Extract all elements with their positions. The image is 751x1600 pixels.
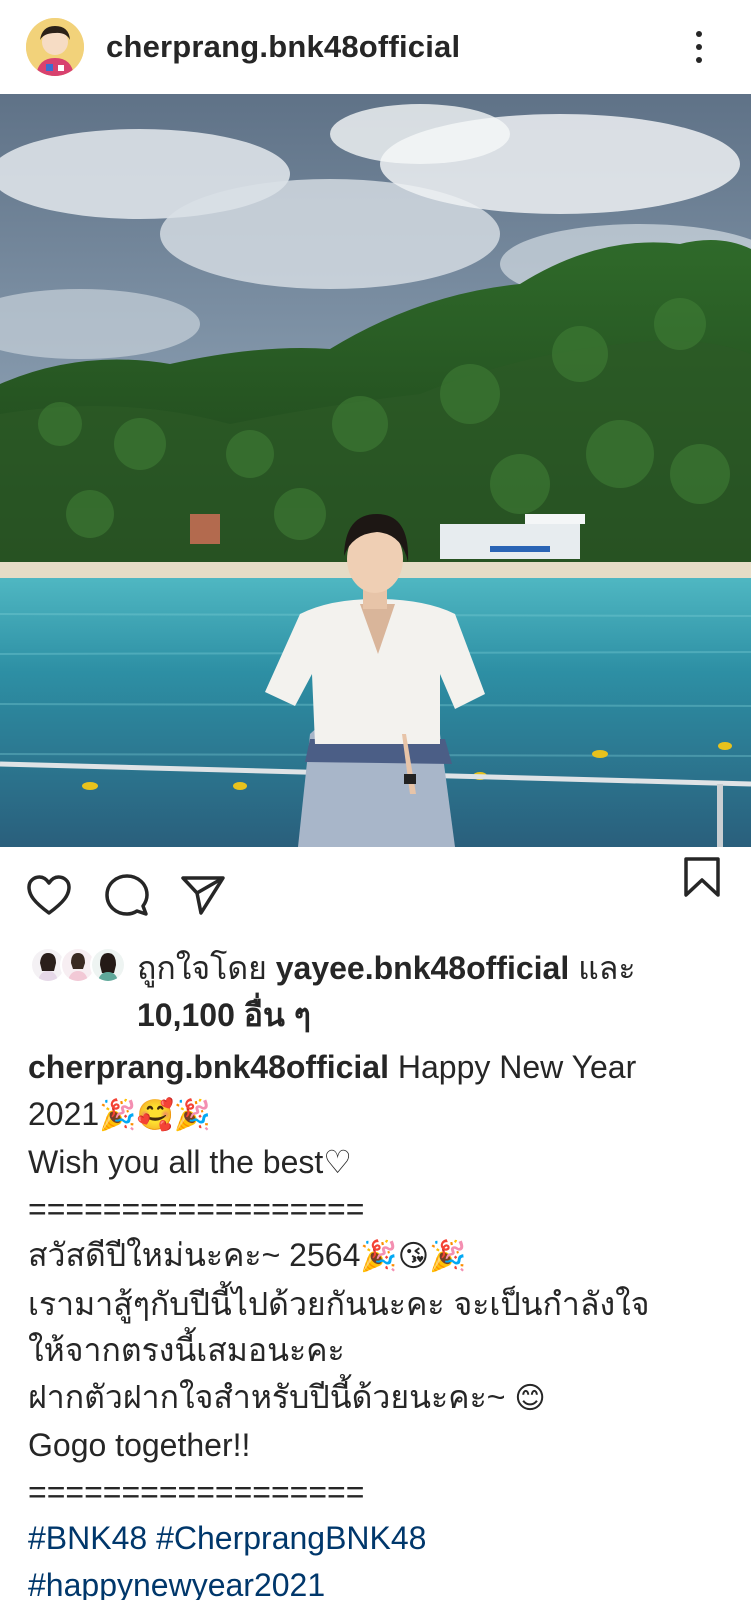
caption-line: Wish you all the best♡ (28, 1144, 352, 1180)
caption-divider: ================== (28, 1190, 365, 1227)
caption-line: 2021🎉🥰🎉 (28, 1091, 728, 1140)
caption-line: ฝากตัวฝากใจสำหรับปีนี้ด้วยนะคะ~ 😊 (28, 1374, 728, 1423)
smile-emoji: 😊 (514, 1380, 546, 1416)
bookmark-icon[interactable] (677, 852, 727, 902)
liker-avatars[interactable] (30, 947, 130, 987)
hashtag-line[interactable]: #happynewyear2021 (28, 1562, 728, 1600)
action-bar (0, 857, 751, 932)
comment-icon[interactable] (102, 870, 152, 920)
caption-text: Happy New Year (397, 1049, 637, 1085)
liker-avatar (90, 947, 126, 983)
party-emoji: 🎉🥰🎉 (99, 1097, 212, 1133)
likes-count[interactable]: 10,100 อื่น ๆ (137, 997, 311, 1033)
party-emoji: 🎉😘🎉 (360, 1239, 467, 1274)
caption-text: สวัสดีปีใหม่นะคะ~ 2564 (28, 1237, 361, 1273)
post-username[interactable]: cherprang.bnk48official (106, 29, 460, 65)
caption-text: ฝากตัวฝากใจสำหรับปีนี้ด้วยนะคะ~ (28, 1378, 506, 1415)
likes-prefix: ถูกใจโดย (137, 950, 267, 986)
post-caption: cherprang.bnk48official Happy New Year 2… (28, 1044, 728, 1600)
likes-conjunction: และ (578, 950, 636, 986)
paper-plane-icon[interactable] (178, 870, 228, 920)
caption-username[interactable]: cherprang.bnk48official (28, 1049, 389, 1085)
heart-icon[interactable] (24, 870, 74, 920)
caption-line: ให้จากตรงนี้เสมอนะคะ (28, 1332, 345, 1368)
profile-avatar[interactable] (26, 17, 84, 76)
caption-line: เรามาสู้ๆกับปีนี้ไปด้วยกันนะคะ จะเป็นกำล… (28, 1285, 650, 1322)
likes-summary[interactable]: ถูกใจโดย yayee.bnk48official และ 10,100 … (137, 945, 717, 1039)
caption-text: 2021 (28, 1095, 100, 1132)
caption-line: สวัสดีปีใหม่นะคะ~ 2564🎉😘🎉 (28, 1232, 728, 1281)
liker-username[interactable]: yayee.bnk48official (276, 950, 569, 986)
caption-divider: ================== (28, 1473, 365, 1510)
hashtag-line[interactable]: #BNK48 #CherprangBNK48 (28, 1515, 728, 1562)
caption-line: Gogo together!! (28, 1427, 251, 1463)
post-photo[interactable] (0, 94, 751, 847)
more-vertical-icon[interactable] (687, 28, 711, 66)
caption-line: cherprang.bnk48official Happy New Year (28, 1044, 728, 1091)
post-header: cherprang.bnk48official (0, 0, 751, 93)
